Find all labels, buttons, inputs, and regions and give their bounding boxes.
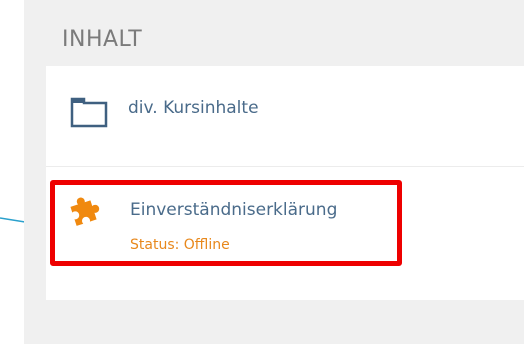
section-title: INHALT [62, 27, 143, 52]
content-list: div. Kursinhalte Einverständniserklärung… [46, 66, 524, 300]
folder-icon [70, 97, 108, 128]
list-item-module[interactable]: Einverständniserklärung Status: Offline [46, 180, 524, 276]
status-text: Status: Offline [130, 237, 230, 253]
list-item-folder[interactable]: div. Kursinhalte [46, 66, 524, 167]
content-panel: INHALT div. Kursinhalte Einverständniser… [24, 0, 524, 344]
puzzle-icon [70, 197, 100, 226]
folder-link[interactable]: div. Kursinhalte [128, 94, 259, 122]
module-link[interactable]: Einverständniserklärung [130, 196, 337, 224]
